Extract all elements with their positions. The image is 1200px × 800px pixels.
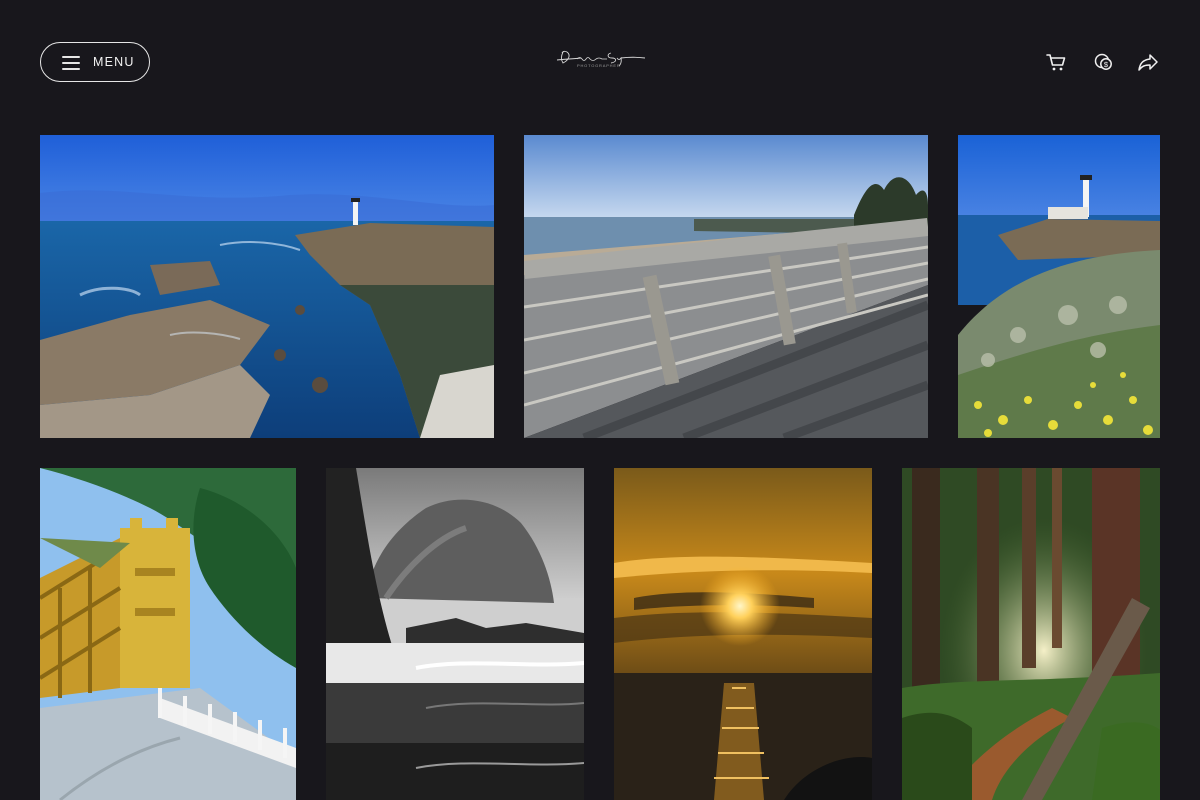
- gallery-photo-sea-stack-bw[interactable]: [326, 468, 584, 800]
- gallery-photo-boardwalk[interactable]: [524, 135, 928, 438]
- gallery-photo-lighthouse-coast[interactable]: [40, 135, 494, 438]
- share-icon[interactable]: [1136, 50, 1160, 74]
- logo-subtext: PHOTOGRAPHER: [577, 63, 621, 68]
- menu-label: MENU: [93, 55, 135, 69]
- gallery-photo-tower-bridge[interactable]: [40, 468, 296, 800]
- gallery-photo-lighthouse-flowers[interactable]: [958, 135, 1160, 438]
- gallery-photo-ocean-sunset[interactable]: [614, 468, 872, 800]
- cart-icon[interactable]: [1044, 50, 1068, 74]
- site-header: MENU PHOTOGRAPHER $: [0, 0, 1200, 126]
- hamburger-icon: [62, 56, 80, 70]
- site-logo[interactable]: PHOTOGRAPHER: [555, 48, 647, 72]
- menu-button[interactable]: MENU: [40, 42, 150, 82]
- currency-icon[interactable]: $: [1092, 50, 1116, 74]
- gallery-photo-redwood-forest[interactable]: [902, 468, 1160, 800]
